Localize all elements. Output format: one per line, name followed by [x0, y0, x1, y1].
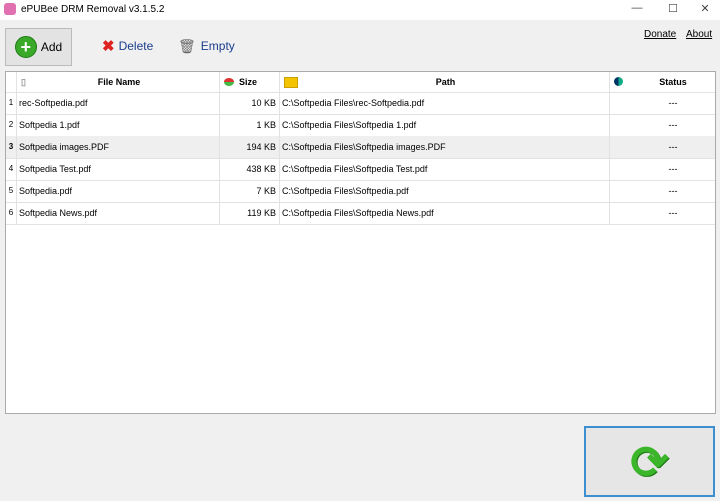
cell-file-name: rec-Softpedia.pdf [17, 92, 220, 114]
cell-file-name: Softpedia.pdf [17, 180, 220, 202]
cell-blank [610, 158, 631, 180]
path-header[interactable]: Path [280, 72, 610, 92]
cell-size: 1 KB [220, 114, 280, 136]
table-header: ▯ File Name Size Path Status [6, 72, 715, 93]
cell-size: 7 KB [220, 180, 280, 202]
window-title: ePUBee DRM Removal v3.1.5.2 [21, 4, 165, 15]
cell-status: --- [668, 186, 678, 196]
cell-path: C:\Softpedia Files\rec-Softpedia.pdf [280, 92, 610, 114]
cell-index: 5 [6, 180, 17, 202]
cell-status: --- [668, 98, 678, 108]
delete-label: Delete [118, 39, 154, 53]
table-row[interactable]: 3 Softpedia images.PDF 194 KB C:\Softpedia … [6, 136, 715, 159]
maximize-button[interactable]: ☐ [658, 2, 688, 15]
cell-status: --- [668, 208, 678, 218]
document-icon: ▯ [21, 77, 26, 87]
cell-path: C:\Softpedia Files\Softpedia Test.pdf [280, 158, 610, 180]
cell-blank [610, 180, 631, 202]
status-header[interactable]: Status [631, 72, 715, 92]
file-table[interactable]: ▯ File Name Size Path Status 1 rec-Softped… [5, 71, 716, 414]
size-pie-icon [224, 78, 234, 86]
cell-index: 2 [6, 114, 17, 136]
cell-status: --- [668, 142, 678, 152]
cell-file-name: Softpedia 1.pdf [17, 114, 220, 136]
about-link[interactable]: About [686, 29, 712, 40]
trash-icon: 🗑 [178, 37, 196, 54]
size-header[interactable]: Size [220, 72, 280, 92]
add-button[interactable]: + Add [5, 28, 72, 66]
title-bar: ePUBee DRM Removal v3.1.5.2 — ☐ ✕ [0, 0, 720, 20]
cell-file-name: Softpedia News.pdf [17, 202, 220, 224]
cell-blank [610, 202, 631, 224]
minimize-button[interactable]: — [622, 2, 652, 14]
cell-path: C:\Softpedia Files\Softpedia images.PDF [280, 136, 610, 158]
app-icon [4, 3, 16, 15]
cell-size: 194 KB [220, 136, 280, 158]
cell-size: 119 KB [220, 202, 280, 224]
cell-file-name: Softpedia images.PDF [17, 136, 220, 158]
cell-status: --- [668, 164, 678, 174]
close-button[interactable]: ✕ [690, 2, 720, 15]
cell-index: 3 [6, 136, 17, 158]
cell-blank [610, 92, 631, 114]
refresh-arrows-icon: ⟳ [630, 435, 669, 488]
table-row[interactable]: 6 Softpedia News.pdf 119 KB C:\Softpedia Fi… [6, 202, 715, 225]
cell-status: --- [668, 120, 678, 130]
delete-button[interactable]: ✖ Delete [102, 28, 153, 64]
index-header [6, 72, 17, 92]
add-label: Add [40, 40, 63, 54]
folder-icon [284, 77, 298, 88]
file-name-header[interactable]: ▯ File Name [17, 72, 220, 92]
table-row[interactable]: 5 Softpedia.pdf 7 KB C:\Softpedia Files\Sof… [6, 180, 715, 203]
cell-size: 10 KB [220, 92, 280, 114]
cell-index: 1 [6, 92, 17, 114]
cell-index: 6 [6, 202, 17, 224]
empty-button[interactable]: 🗑 Empty [178, 28, 235, 64]
cell-file-name: Softpedia Test.pdf [17, 158, 220, 180]
cell-path: C:\Softpedia Files\Softpedia.pdf [280, 180, 610, 202]
table-row[interactable]: 2 Softpedia 1.pdf 1 KB C:\Softpedia Files\S… [6, 114, 715, 137]
table-row[interactable]: 1 rec-Softpedia.pdf 10 KB C:\Softpedia File… [6, 92, 715, 115]
table-row[interactable]: 4 Softpedia Test.pdf 438 KB C:\Softpedia Fi… [6, 158, 715, 181]
donate-link[interactable]: Donate [644, 29, 676, 40]
cell-path: C:\Softpedia Files\Softpedia 1.pdf [280, 114, 610, 136]
status-circle-icon [614, 77, 623, 86]
cell-size: 438 KB [220, 158, 280, 180]
plus-icon: + [14, 36, 37, 58]
convert-button[interactable]: ⟳ [584, 426, 715, 497]
cell-path: C:\Softpedia Files\Softpedia News.pdf [280, 202, 610, 224]
cell-index: 4 [6, 158, 17, 180]
status-icon-header [610, 72, 631, 92]
cell-blank [610, 136, 631, 158]
cell-blank [610, 114, 631, 136]
empty-label: Empty [200, 39, 235, 53]
delete-x-icon: ✖ [102, 38, 115, 55]
